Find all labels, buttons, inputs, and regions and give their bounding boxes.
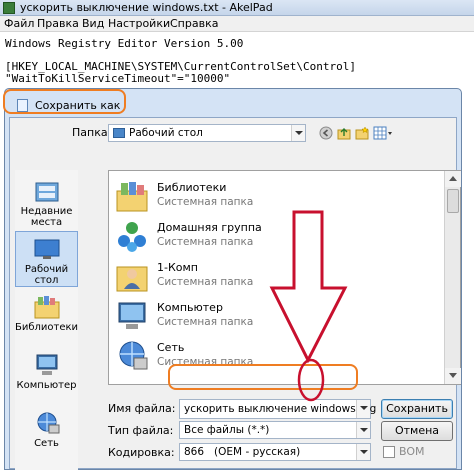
place-computer-label: Компьютер <box>16 380 77 391</box>
encoding-value: 866 (OEM - русская) <box>184 446 301 458</box>
back-icon[interactable] <box>319 126 333 140</box>
network-icon <box>119 341 148 370</box>
file-item-libraries[interactable]: Библиотеки Системная папка <box>115 177 415 217</box>
place-libraries-label: Библиотеки <box>15 322 79 333</box>
encoding-label: Кодировка: <box>108 446 175 459</box>
place-computer[interactable]: Компьютер <box>15 348 78 404</box>
file-item-user[interactable]: 1-Комп Системная папка <box>115 257 415 297</box>
menu-bar: Файл Правка Вид Настройки Справка <box>0 16 474 32</box>
homegroup-icon <box>118 222 146 252</box>
filetype-label: Тип файла: <box>108 424 174 437</box>
title-highlight-box <box>3 89 126 114</box>
bom-checkbox[interactable] <box>383 446 395 458</box>
vertical-scrollbar[interactable] <box>444 171 461 384</box>
scroll-up-icon[interactable] <box>445 171 461 187</box>
chevron-down-icon[interactable] <box>356 444 370 460</box>
save-button[interactable]: Сохранить <box>381 399 453 419</box>
menu-view[interactable]: Вид <box>82 17 104 30</box>
libraries-icon <box>116 182 148 212</box>
desktop-icon <box>34 239 59 259</box>
file-list[interactable]: Библиотеки Системная папка Домашняя груп… <box>108 170 461 385</box>
place-network-label: Сеть <box>34 438 59 449</box>
bom-label: BOM <box>399 445 425 458</box>
file-item-computer[interactable]: Компьютер Системная папка <box>115 297 415 337</box>
title-bar: ускорить выключение windows.txt - AkelPa… <box>0 0 474 16</box>
cancel-button[interactable]: Отмена <box>381 421 453 441</box>
window-title: ускорить выключение windows.txt - AkelPa… <box>20 1 273 14</box>
file-name: Сеть <box>157 341 185 354</box>
file-name: Компьютер <box>157 301 223 314</box>
scroll-thumb[interactable] <box>447 189 459 213</box>
filename-input[interactable]: ускорить выключение windows.reg <box>179 399 376 419</box>
place-recent-label: Недавние места <box>20 206 73 228</box>
chevron-down-icon[interactable] <box>291 125 305 141</box>
up-folder-icon[interactable] <box>337 126 351 140</box>
places-bar: Недавние места Рабочий стол Библиотеки К… <box>15 170 78 470</box>
place-libraries[interactable]: Библиотеки <box>15 290 78 346</box>
desktop-icon <box>113 128 125 138</box>
filetype-value: Все файлы (*.*) <box>184 424 270 436</box>
menu-settings[interactable]: Настройки <box>108 17 170 30</box>
menu-help[interactable]: Справка <box>170 17 218 30</box>
file-type: Системная папка <box>157 276 254 288</box>
file-name: Библиотеки <box>157 181 227 194</box>
encoding-select[interactable]: 866 (OEM - русская) <box>179 443 371 461</box>
libraries-icon <box>34 296 59 319</box>
filename-highlight-box <box>168 364 358 390</box>
place-network[interactable]: Сеть <box>15 406 78 462</box>
folder-label: Папка: <box>72 126 112 139</box>
user-folder-icon <box>116 266 148 292</box>
view-menu-icon[interactable] <box>373 126 393 140</box>
dialog-client-area: Папка: Рабочий стол Недавние места Рабоч… <box>9 117 461 470</box>
network-icon <box>37 412 59 434</box>
menu-file[interactable]: Файл <box>4 17 34 30</box>
chevron-down-icon[interactable] <box>356 422 370 438</box>
editor-line: "WaitToKillServiceTimeout"="10000" <box>5 72 231 85</box>
editor-line: Windows Registry Editor Version 5.00 <box>5 37 244 50</box>
place-recent[interactable]: Недавние места <box>15 174 78 230</box>
file-type: Системная папка <box>157 196 254 208</box>
file-type: Системная папка <box>157 236 254 248</box>
place-desktop-label: Рабочий стол <box>24 264 69 286</box>
file-item-homegroup[interactable]: Домашняя группа Системная папка <box>115 217 415 257</box>
filename-label: Имя файла: <box>108 402 176 415</box>
scroll-down-icon[interactable] <box>445 368 461 384</box>
computer-icon <box>36 354 57 375</box>
computer-icon <box>118 302 146 329</box>
folder-value: Рабочий стол <box>129 127 203 139</box>
file-name: 1-Комп <box>157 261 198 274</box>
filename-value: ускорить выключение windows.reg <box>184 403 377 415</box>
folder-select[interactable]: Рабочий стол <box>108 124 306 142</box>
new-folder-icon[interactable] <box>355 126 369 140</box>
filetype-select[interactable]: Все файлы (*.*) <box>179 421 371 439</box>
menu-edit[interactable]: Правка <box>37 17 79 30</box>
file-name: Домашняя группа <box>157 221 262 234</box>
file-type: Системная папка <box>157 316 254 328</box>
chevron-down-icon[interactable] <box>356 400 370 418</box>
place-desktop[interactable]: Рабочий стол <box>15 231 78 287</box>
recent-places-icon <box>35 182 58 202</box>
akelpad-app-icon <box>3 2 15 14</box>
save-as-dialog: Сохранить как Папка: Рабочий стол Недавн… <box>4 88 462 470</box>
